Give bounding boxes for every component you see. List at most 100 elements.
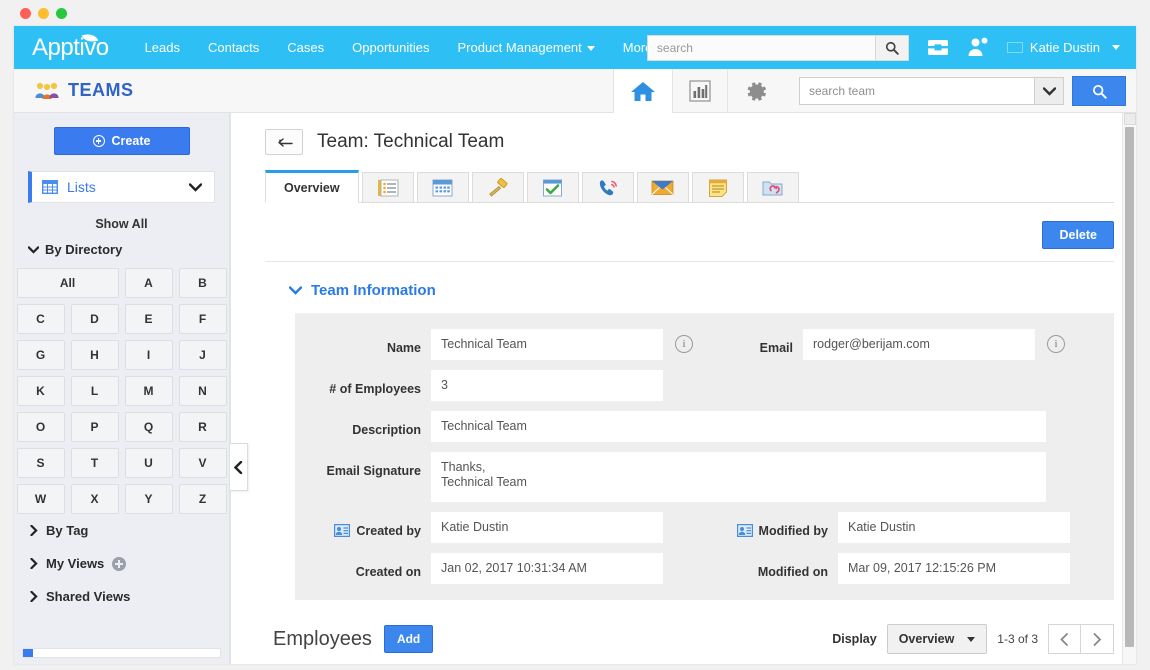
show-all-link[interactable]: Show All: [14, 217, 229, 231]
home-button[interactable]: [613, 69, 672, 113]
notes-list-icon: [377, 178, 399, 198]
window-zoom-button[interactable]: [56, 8, 67, 19]
global-search-button[interactable]: [875, 35, 909, 61]
alpha-key-w[interactable]: W: [17, 484, 65, 514]
alpha-key-c[interactable]: C: [17, 304, 65, 334]
alpha-key-t[interactable]: T: [71, 448, 119, 478]
team-search-dropdown-button[interactable]: [1034, 77, 1064, 105]
info-icon[interactable]: i: [1047, 335, 1065, 353]
pagination-next-button[interactable]: [1081, 624, 1114, 654]
window-close-button[interactable]: [20, 8, 31, 19]
create-button[interactable]: Create: [54, 127, 190, 155]
add-employee-button[interactable]: Add: [384, 625, 433, 653]
settings-button[interactable]: [727, 69, 785, 113]
alpha-key-z[interactable]: Z: [179, 484, 227, 514]
alpha-key-h[interactable]: H: [71, 340, 119, 370]
add-view-icon[interactable]: [112, 557, 126, 571]
description-value[interactable]: Technical Team: [431, 411, 1046, 442]
scroll-up-button[interactable]: [1124, 113, 1136, 125]
tab-attachments[interactable]: [747, 172, 799, 203]
alpha-key-x[interactable]: X: [71, 484, 119, 514]
back-button[interactable]: [265, 129, 303, 155]
tab-notes-list[interactable]: [362, 172, 414, 203]
sidebar-group-shared-views[interactable]: Shared Views: [14, 580, 229, 613]
nav-item-opportunities[interactable]: Opportunities: [338, 34, 443, 61]
inbox-icon-button[interactable]: [927, 38, 949, 57]
sidebar-group-my-views[interactable]: My Views: [14, 547, 229, 580]
employees-section-header: Employees Add Display Overview 1-3 of 3: [265, 624, 1114, 654]
alpha-key-p[interactable]: P: [71, 412, 119, 442]
tab-overview[interactable]: Overview: [265, 170, 359, 203]
alpha-key-a[interactable]: A: [125, 268, 173, 298]
reports-button[interactable]: [672, 69, 727, 113]
alpha-key-g[interactable]: G: [17, 340, 65, 370]
user-menu[interactable]: Katie Dustin: [1007, 40, 1120, 55]
email-value[interactable]: rodger@berijam.com: [803, 329, 1035, 360]
team-search-input[interactable]: [799, 77, 1034, 105]
alpha-key-i[interactable]: I: [125, 340, 173, 370]
alpha-key-b[interactable]: B: [179, 268, 227, 298]
tab-call-log[interactable]: [582, 172, 634, 203]
app-header-actions: [613, 69, 1126, 113]
lists-selector[interactable]: Lists: [28, 171, 215, 203]
tab-email[interactable]: [637, 172, 689, 203]
main-vertical-scrollbar[interactable]: [1122, 113, 1136, 664]
alpha-key-k[interactable]: K: [17, 376, 65, 406]
scrollbar-thumb[interactable]: [23, 649, 33, 657]
nav-item-product-management[interactable]: Product Management: [443, 34, 608, 61]
team-search-submit-button[interactable]: [1072, 76, 1126, 106]
apptivo-logo[interactable]: Apptivo: [32, 34, 113, 62]
global-search-input[interactable]: [647, 35, 875, 61]
add-user-icon-button[interactable]: [967, 37, 989, 58]
employees-value[interactable]: 3: [431, 370, 663, 401]
row-signature: Email Signature Thanks, Technical Team: [295, 452, 1096, 502]
employees-label: # of Employees: [295, 370, 431, 398]
call-log-icon: [597, 178, 619, 198]
alpha-key-v[interactable]: V: [179, 448, 227, 478]
display-select[interactable]: Overview: [887, 624, 988, 654]
user-add-icon: [967, 37, 989, 58]
nav-item-cases[interactable]: Cases: [273, 34, 338, 61]
sidebar-collapse-toggle[interactable]: [230, 443, 248, 491]
row-created-modified-on: Created on Jan 02, 2017 10:31:34 AM Modi…: [295, 553, 1096, 584]
chevron-down-icon: [1043, 87, 1056, 96]
alpha-key-d[interactable]: D: [71, 304, 119, 334]
team-information-header[interactable]: Team Information: [265, 262, 1114, 313]
tab-tasks[interactable]: [527, 172, 579, 203]
modified-on-label: Modified on: [703, 553, 838, 581]
alpha-key-q[interactable]: Q: [125, 412, 173, 442]
alpha-key-r[interactable]: R: [179, 412, 227, 442]
alpha-key-f[interactable]: F: [179, 304, 227, 334]
calendar-icon: [432, 178, 453, 198]
name-value[interactable]: Technical Team: [431, 329, 663, 360]
alpha-key-n[interactable]: N: [179, 376, 227, 406]
pagination-prev-button[interactable]: [1048, 624, 1081, 654]
alpha-key-s[interactable]: S: [17, 448, 65, 478]
alpha-key-u[interactable]: U: [125, 448, 173, 478]
sidebar-group-by-tag[interactable]: By Tag: [14, 514, 229, 547]
alpha-key-o[interactable]: O: [17, 412, 65, 442]
search-icon: [885, 41, 899, 55]
tab-notes[interactable]: [692, 172, 744, 203]
nav-item-leads[interactable]: Leads: [131, 34, 194, 61]
alpha-key-y[interactable]: Y: [125, 484, 173, 514]
tab-calendar[interactable]: [417, 172, 469, 203]
sidebar-horizontal-scrollbar[interactable]: [22, 648, 221, 658]
application-root: Apptivo Leads Contacts Cases Opportuniti…: [14, 26, 1136, 664]
alpha-key-j[interactable]: J: [179, 340, 227, 370]
tab-gavel[interactable]: [472, 172, 524, 203]
alpha-key-m[interactable]: M: [125, 376, 173, 406]
window-minimize-button[interactable]: [38, 8, 49, 19]
scrollbar-thumb[interactable]: [1125, 127, 1134, 647]
alpha-key-e[interactable]: E: [125, 304, 173, 334]
alpha-key-all[interactable]: All: [17, 268, 119, 298]
reports-icon: [689, 80, 711, 102]
alpha-key-l[interactable]: L: [71, 376, 119, 406]
info-icon[interactable]: i: [675, 335, 693, 353]
signature-value[interactable]: Thanks, Technical Team: [431, 452, 1046, 502]
by-directory-header[interactable]: By Directory: [14, 231, 229, 266]
field-name: Name Technical Team i: [295, 329, 693, 360]
nav-item-contacts[interactable]: Contacts: [194, 34, 273, 61]
field-email-signature: Email Signature Thanks, Technical Team: [295, 452, 1046, 502]
delete-button[interactable]: Delete: [1042, 221, 1114, 249]
